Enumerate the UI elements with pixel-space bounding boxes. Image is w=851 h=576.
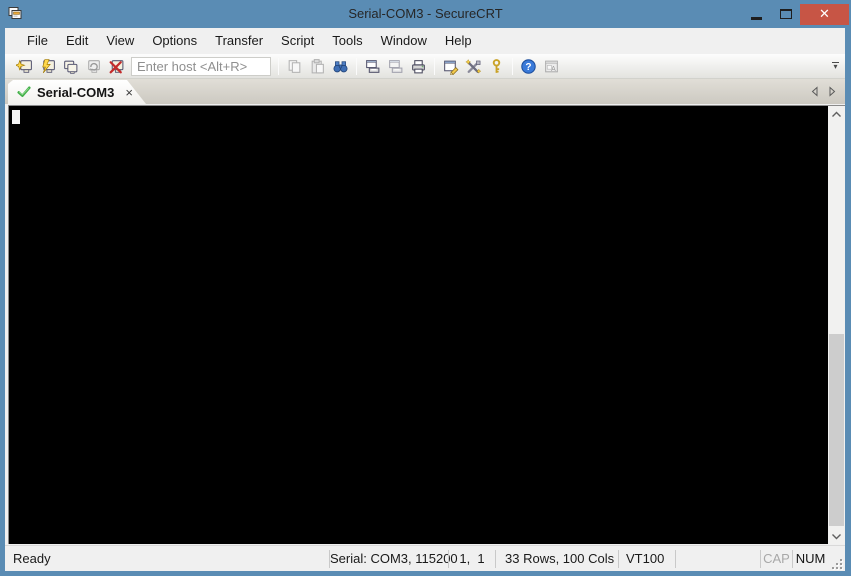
- chevron-left-icon: [811, 86, 818, 97]
- menu-help[interactable]: Help: [436, 30, 481, 52]
- print-selection-button: [384, 56, 407, 77]
- help-button[interactable]: ?: [517, 56, 540, 77]
- menu-options[interactable]: Options: [143, 30, 206, 52]
- agent-key-icon: [492, 58, 501, 73]
- statusbar: Ready Serial: COM3, 115200 1, 1 33 Rows,…: [5, 545, 845, 571]
- tab-scroll-right-button[interactable]: [828, 86, 837, 97]
- toolbar-separator: [512, 57, 513, 75]
- global-options-button[interactable]: [462, 56, 485, 77]
- status-rows-cols: 33 Rows, 100 Cols: [505, 550, 615, 566]
- tab-serial-com3[interactable]: Serial-COM3 ×: [8, 80, 146, 104]
- status-cursor-position: 1, 1: [459, 550, 485, 566]
- grip-dot: [840, 563, 842, 565]
- minimize-button[interactable]: [742, 4, 771, 25]
- keyboard-map-button: A: [540, 56, 563, 77]
- agent-key-button[interactable]: [485, 56, 508, 77]
- window-controls: ✕: [742, 3, 849, 25]
- maximize-button[interactable]: [771, 4, 800, 25]
- terminal-cursor: [12, 110, 20, 124]
- titlebar: Serial-COM3 - SecureCRT ✕: [0, 0, 851, 28]
- terminal-area: [5, 104, 845, 545]
- toolbar-overflow-button[interactable]: ▾: [829, 56, 842, 76]
- window-content: File Edit View Options Transfer Script T…: [5, 28, 845, 571]
- print-screen-icon: [366, 59, 380, 73]
- tab-scroll-controls: [810, 79, 837, 104]
- menubar: File Edit View Options Transfer Script T…: [5, 28, 845, 54]
- close-icon: ✕: [819, 6, 830, 21]
- scrollbar-thumb[interactable]: [829, 334, 844, 526]
- toolbar-separator: [434, 57, 435, 75]
- chevron-down-icon: [832, 533, 841, 539]
- find-icon: [333, 60, 348, 72]
- menu-script[interactable]: Script: [272, 30, 323, 52]
- vertical-scrollbar[interactable]: [828, 105, 845, 544]
- connect-button[interactable]: [13, 56, 36, 77]
- session-options-button[interactable]: [439, 56, 462, 77]
- host-input[interactable]: [131, 56, 271, 76]
- toolbar-separator: [356, 57, 357, 75]
- quick-connect-button[interactable]: [36, 56, 59, 77]
- status-caps-lock-indicator: CAP: [763, 550, 790, 566]
- connect-icon: [16, 59, 32, 73]
- app-icon: [8, 7, 22, 19]
- menu-tools[interactable]: Tools: [323, 30, 371, 52]
- find-button[interactable]: [329, 56, 352, 77]
- status-serial-info: Serial: COM3, 115200: [330, 550, 458, 566]
- paste-icon: [311, 58, 324, 73]
- chevron-up-icon: [832, 111, 841, 117]
- toolbar: ? A ▾: [5, 54, 845, 79]
- reconnect-button[interactable]: [82, 56, 105, 77]
- chevron-right-icon: [829, 86, 836, 97]
- tab-close-button[interactable]: ×: [123, 85, 135, 100]
- connect-in-tab-button[interactable]: [59, 56, 82, 77]
- grip-dot: [836, 563, 838, 565]
- connect-in-tab-icon: [64, 60, 78, 74]
- chevron-down-icon: ▾: [833, 62, 838, 71]
- session-options-icon: [444, 60, 459, 75]
- copy-icon: [288, 59, 301, 73]
- paste-button: [306, 56, 329, 77]
- status-divider: [675, 549, 676, 568]
- tab-label: Serial-COM3: [37, 84, 115, 100]
- grip-dot: [836, 567, 838, 569]
- grip-dot: [840, 567, 842, 569]
- grip-dot: [832, 567, 834, 569]
- print-button[interactable]: [407, 56, 430, 77]
- toolbar-separator: [278, 57, 279, 75]
- status-num-lock-indicator: NUM: [795, 550, 826, 566]
- menu-edit[interactable]: Edit: [57, 30, 97, 52]
- tabbar: Serial-COM3 ×: [5, 79, 845, 104]
- close-button[interactable]: ✕: [800, 3, 849, 25]
- global-options-icon: [465, 58, 482, 74]
- print-selection-icon: [389, 59, 403, 73]
- minimize-icon: [751, 16, 762, 20]
- tab-scroll-left-button[interactable]: [810, 86, 819, 97]
- window-title: Serial-COM3 - SecureCRT: [348, 6, 503, 21]
- maximize-icon: [779, 9, 792, 19]
- terminal-screen[interactable]: [8, 105, 828, 544]
- menu-view[interactable]: View: [97, 30, 143, 52]
- status-emulation: VT100: [626, 550, 665, 566]
- scroll-down-button[interactable]: [828, 528, 845, 544]
- reconnect-icon: [88, 59, 100, 73]
- status-ready: Ready: [13, 550, 51, 566]
- print-icon: [412, 59, 425, 73]
- disconnect-button[interactable]: [105, 56, 128, 77]
- resize-grip[interactable]: [828, 555, 844, 571]
- disconnect-icon: [109, 59, 124, 73]
- svg-text:?: ?: [525, 62, 531, 73]
- grip-dot: [840, 559, 842, 561]
- scroll-up-button[interactable]: [828, 106, 845, 122]
- print-screen-button[interactable]: [361, 56, 384, 77]
- menu-file[interactable]: File: [18, 30, 57, 52]
- menu-window[interactable]: Window: [372, 30, 436, 52]
- quick-connect-icon: [42, 58, 55, 73]
- menu-transfer[interactable]: Transfer: [206, 30, 272, 52]
- copy-button: [283, 56, 306, 77]
- connected-check-icon: [17, 86, 31, 97]
- keyboard-map-icon: A: [545, 60, 558, 72]
- app-window: Serial-COM3 - SecureCRT ✕ File Edit View…: [0, 0, 851, 576]
- svg-text:A: A: [551, 65, 556, 72]
- help-icon: ?: [521, 58, 536, 74]
